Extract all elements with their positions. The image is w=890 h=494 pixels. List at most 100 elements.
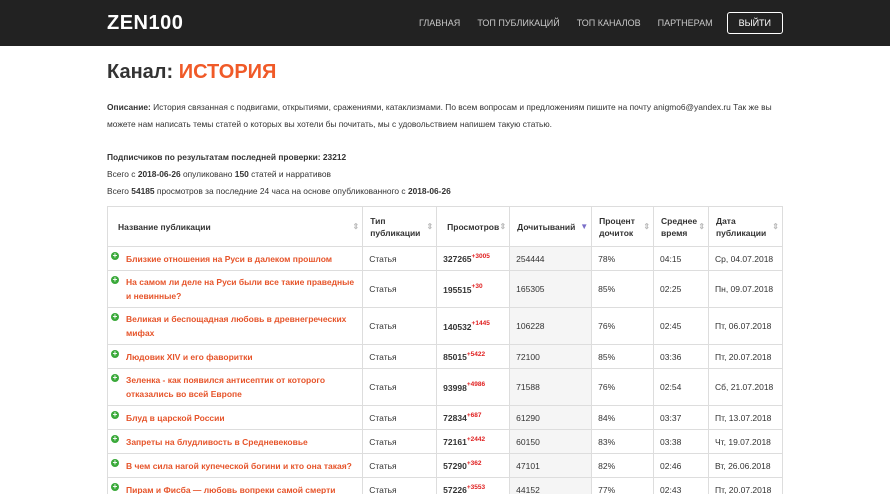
col-date[interactable]: Дата публикации ⇕ xyxy=(708,206,783,247)
sort-icon: ⇕ xyxy=(352,221,360,231)
table-row: + Зеленка - как появился антисептик от к… xyxy=(106,368,783,406)
cell-title: + Близкие отношения на Руси в далеком пр… xyxy=(106,246,364,271)
cell-reads: 47101 xyxy=(509,453,593,478)
expand-plus-icon[interactable]: + xyxy=(111,483,119,491)
expand-plus-icon[interactable]: + xyxy=(111,374,119,382)
cell-avg-time: 02:46 xyxy=(653,453,710,478)
views-value: 327265 xyxy=(443,253,472,264)
published-since-date: 2018-06-26 xyxy=(137,169,181,179)
views-text-b: просмотров за последние 24 часа на основ… xyxy=(154,186,408,196)
col-read-percent[interactable]: Процент дочиток ⇕ xyxy=(591,206,655,247)
views-value: 140532 xyxy=(443,321,472,332)
col-type[interactable]: Тип публикации ⇕ xyxy=(362,206,438,247)
publication-title-link[interactable]: Блуд в царской России xyxy=(126,411,356,425)
cell-read-percent: 76% xyxy=(591,307,655,345)
cell-avg-time: 02:25 xyxy=(653,270,710,308)
cell-read-percent: 77% xyxy=(591,477,655,494)
cell-views: 140532+1445 xyxy=(436,307,511,345)
site-logo[interactable]: ZEN100 xyxy=(107,12,183,35)
cell-read-percent: 85% xyxy=(591,270,655,308)
cell-type: Статья xyxy=(362,368,438,406)
cell-avg-time: 03:37 xyxy=(653,405,710,430)
views-delta: +3553 xyxy=(466,484,486,492)
col-reads[interactable]: Дочитываний ▼ xyxy=(509,206,593,247)
channel-stats: Подписчиков по результатам последней про… xyxy=(107,149,783,200)
cell-date: Пн, 09.07.2018 xyxy=(708,270,783,308)
expand-plus-icon[interactable]: + xyxy=(111,411,119,419)
publication-title-link[interactable]: Пирам и Фисба — любовь вопреки самой сме… xyxy=(126,483,356,494)
cell-date: Сб, 21.07.2018 xyxy=(708,368,783,406)
cell-read-percent: 82% xyxy=(591,453,655,478)
col-title-label: Название публикации xyxy=(118,221,211,232)
table-row: + Запреты на блудливость в Средневековье… xyxy=(106,429,783,454)
cell-views: 327265+3005 xyxy=(436,246,511,271)
expand-plus-icon[interactable]: + xyxy=(111,276,119,284)
publication-title-link[interactable]: Близкие отношения на Руси в далеком прош… xyxy=(126,252,356,266)
sort-icon: ⇕ xyxy=(426,221,434,231)
published-text-c: статей и нарративов xyxy=(248,169,331,179)
expand-plus-icon[interactable]: + xyxy=(111,252,119,260)
nav-partners[interactable]: ПАРТНЕРАМ xyxy=(658,18,713,28)
col-views-label: Просмотров xyxy=(447,221,500,232)
expand-plus-icon[interactable]: + xyxy=(111,459,119,467)
cell-reads: 72100 xyxy=(509,344,593,369)
cell-reads: 165305 xyxy=(509,270,593,308)
cell-date: Вт, 26.06.2018 xyxy=(708,453,783,478)
views-since-date: 2018-06-26 xyxy=(407,186,451,196)
publication-title-link[interactable]: Людовик XIV и его фаворитки xyxy=(126,350,356,364)
cell-views: 57290+362 xyxy=(436,453,511,478)
cell-title: + Зеленка - как появился антисептик от к… xyxy=(106,368,364,406)
published-text-a: Всего с xyxy=(107,169,138,179)
cell-read-percent: 84% xyxy=(591,405,655,430)
cell-type: Статья xyxy=(362,405,438,430)
expand-plus-icon[interactable]: + xyxy=(111,350,119,358)
logout-button[interactable]: ВЫЙТИ xyxy=(726,12,783,34)
cell-reads: 106228 xyxy=(509,307,593,345)
channel-description: Описание: История связанная с подвигами,… xyxy=(107,99,783,133)
cell-type: Статья xyxy=(362,307,438,345)
nav-top-channels[interactable]: ТОП КАНАЛОВ xyxy=(577,18,641,28)
cell-views: 93998+4986 xyxy=(436,368,511,406)
col-avg-time-label: Среднее время xyxy=(661,215,698,238)
cell-date: Ср, 04.07.2018 xyxy=(708,246,783,271)
views-text-a: Всего xyxy=(107,186,132,196)
table-row: + Блуд в царской России Статья 72834+687… xyxy=(106,405,783,430)
nav-links: ГЛАВНАЯ ТОП ПУБЛИКАЦИЙ ТОП КАНАЛОВ ПАРТН… xyxy=(402,12,783,34)
views-delta: +362 xyxy=(466,460,482,468)
col-title[interactable]: Название публикации ⇕ xyxy=(106,206,364,247)
views-delta: +3005 xyxy=(471,253,490,261)
cell-avg-time: 02:43 xyxy=(653,477,710,494)
table-row: + Близкие отношения на Руси в далеком пр… xyxy=(106,246,783,271)
cell-title: + Людовик XIV и его фаворитки xyxy=(106,344,364,369)
views-delta: +1445 xyxy=(471,320,490,328)
cell-type: Статья xyxy=(362,429,438,454)
table-row: + Людовик XIV и его фаворитки Статья 850… xyxy=(106,344,783,369)
cell-read-percent: 83% xyxy=(591,429,655,454)
cell-reads: 71588 xyxy=(509,368,593,406)
cell-views: 85015+5422 xyxy=(436,344,511,369)
expand-plus-icon[interactable]: + xyxy=(111,313,119,321)
sort-icon: ⇕ xyxy=(643,221,651,231)
table-row: + На самом ли деле на Руси были все таки… xyxy=(106,270,783,308)
col-views[interactable]: Просмотров ⇕ xyxy=(436,206,511,247)
publication-title-link[interactable]: В чем сила нагой купеческой богини и кто… xyxy=(126,459,356,473)
views-delta: +4986 xyxy=(466,381,486,389)
publications-table: Название публикации ⇕ Тип публикации ⇕ Про… xyxy=(106,206,783,494)
col-date-label: Дата публикации xyxy=(716,215,767,238)
col-avg-time[interactable]: Среднее время ⇕ xyxy=(653,206,710,247)
cell-avg-time: 03:36 xyxy=(653,344,710,369)
expand-plus-icon[interactable]: + xyxy=(111,435,119,443)
nav-top-publications[interactable]: ТОП ПУБЛИКАЦИЙ xyxy=(477,18,559,28)
views-line: Всего 54185 просмотров за последние 24 ч… xyxy=(107,183,783,200)
views-value: 72834 xyxy=(443,412,467,423)
cell-date: Чт, 19.07.2018 xyxy=(708,429,783,454)
publication-title-link[interactable]: На самом ли деле на Руси были все такие … xyxy=(126,275,356,303)
publication-title-link[interactable]: Запреты на блудливость в Средневековье xyxy=(126,435,356,449)
table-row: + В чем сила нагой купеческой богини и к… xyxy=(106,453,783,478)
nav-home[interactable]: ГЛАВНАЯ xyxy=(419,18,460,28)
publication-title-link[interactable]: Великая и беспощадная любовь в древнегре… xyxy=(126,312,356,340)
top-navbar: ZEN100 ГЛАВНАЯ ТОП ПУБЛИКАЦИЙ ТОП КАНАЛО… xyxy=(0,0,890,46)
views-value: 72161 xyxy=(443,436,467,447)
publication-title-link[interactable]: Зеленка - как появился антисептик от кот… xyxy=(126,373,356,401)
description-label: Описание: xyxy=(107,102,151,112)
